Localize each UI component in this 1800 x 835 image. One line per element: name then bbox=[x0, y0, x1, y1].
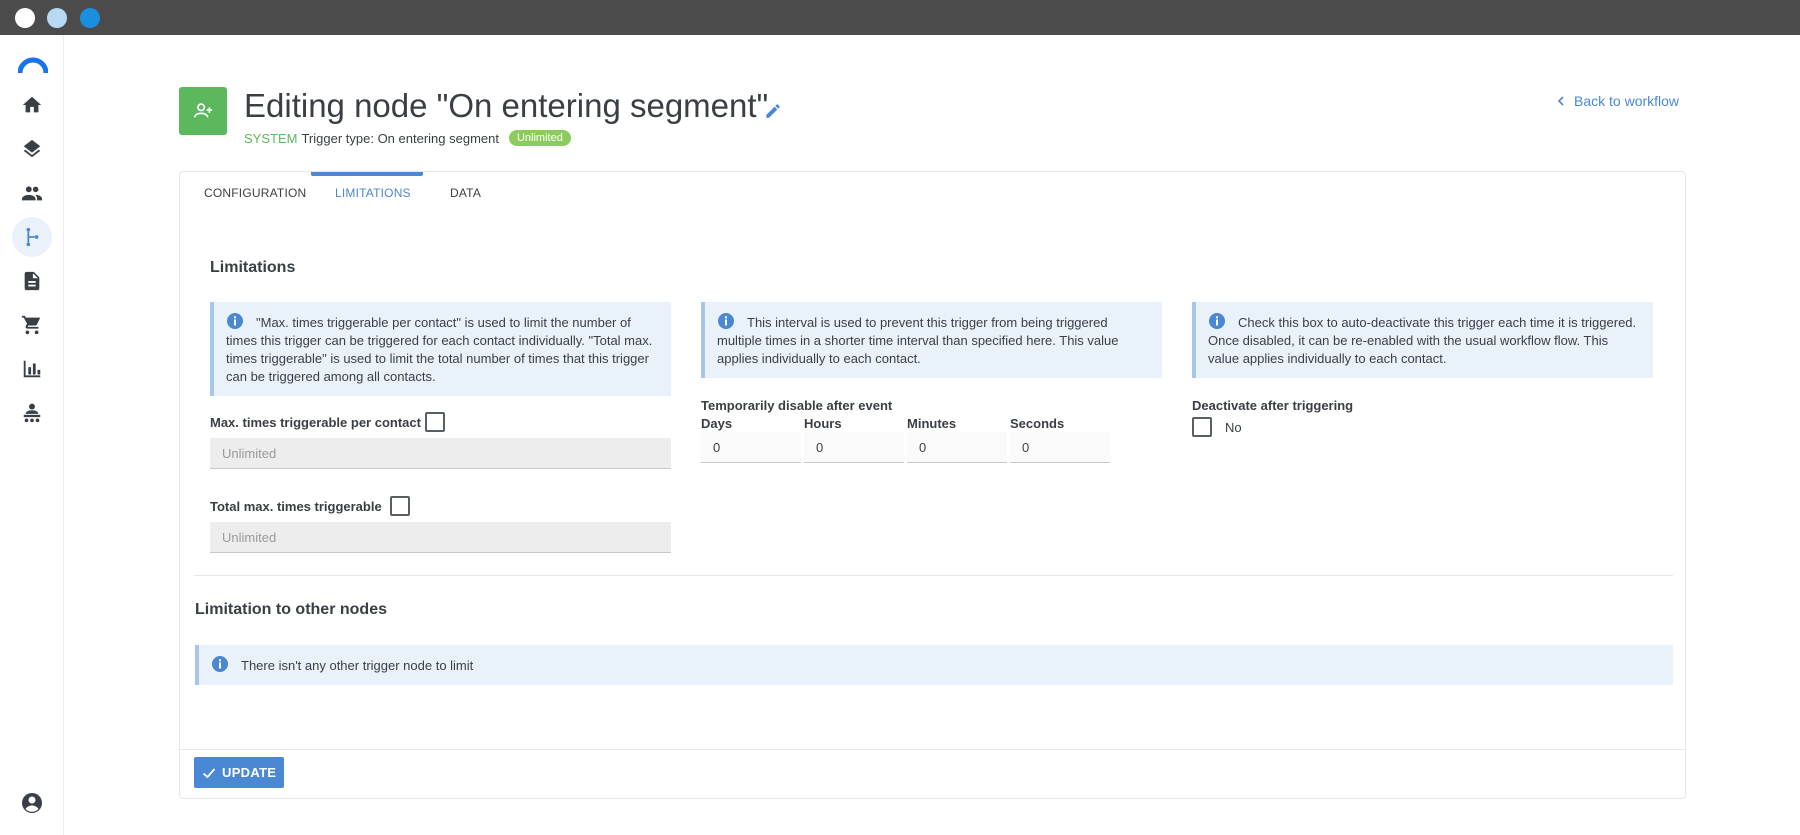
window-close-dot[interactable] bbox=[15, 8, 35, 28]
info-icon bbox=[1209, 313, 1225, 329]
seconds-input[interactable]: 0 bbox=[1010, 432, 1110, 463]
chevron-left-icon bbox=[1557, 96, 1564, 106]
cart-icon bbox=[21, 315, 41, 335]
layers-icon bbox=[23, 139, 41, 158]
max-times-info-text: "Max. times triggerable per contact" is … bbox=[226, 315, 653, 384]
other-nodes-title: Limitation to other nodes bbox=[195, 601, 387, 618]
seconds-label: Seconds bbox=[1010, 416, 1065, 431]
section-divider bbox=[194, 575, 1673, 576]
people-icon bbox=[21, 186, 43, 201]
max-per-contact-input[interactable]: Unlimited bbox=[210, 438, 671, 469]
deactivate-label: Deactivate after triggering bbox=[1192, 398, 1354, 413]
max-per-contact-label: Max. times triggerable per contact bbox=[210, 415, 421, 430]
sidebar-item-contacts[interactable] bbox=[12, 173, 52, 213]
app-logo-icon[interactable] bbox=[18, 53, 48, 75]
info-icon bbox=[718, 313, 734, 329]
hours-input[interactable]: 0 bbox=[804, 432, 904, 463]
days-label: Days bbox=[701, 416, 733, 431]
minutes-input[interactable]: 0 bbox=[907, 432, 1007, 463]
tab-data[interactable]: DATA bbox=[450, 186, 481, 200]
max-times-info: "Max. times triggerable per contact" is … bbox=[210, 302, 671, 396]
tab-configuration[interactable]: CONFIGURATION bbox=[204, 186, 306, 200]
deactivate-info-text: Check this box to auto-deactivate this t… bbox=[1208, 315, 1637, 366]
total-max-input[interactable]: Unlimited bbox=[210, 522, 671, 553]
pencil-icon[interactable] bbox=[764, 102, 782, 120]
interval-info: This interval is used to prevent this tr… bbox=[701, 302, 1162, 378]
sidebar-item-reports[interactable] bbox=[12, 349, 52, 389]
other-nodes-info: There isn't any other trigger node to li… bbox=[195, 645, 1673, 685]
node-editor-card: CONFIGURATION LIMITATIONS DATA Limitatio… bbox=[179, 171, 1686, 799]
sidebar-item-workflows[interactable] bbox=[12, 217, 52, 257]
info-icon bbox=[212, 656, 228, 672]
sidebar-item-cart[interactable] bbox=[12, 305, 52, 345]
days-input[interactable]: 0 bbox=[701, 432, 801, 463]
max-per-contact-checkbox[interactable] bbox=[425, 412, 445, 432]
window-minimize-dot[interactable] bbox=[47, 8, 67, 28]
home-icon bbox=[22, 96, 42, 113]
main-content: Editing node "On entering segment" SYSTE… bbox=[64, 35, 1800, 835]
deactivate-value-label: No bbox=[1225, 420, 1242, 435]
total-max-label: Total max. times triggerable bbox=[210, 499, 382, 514]
hours-label: Hours bbox=[804, 416, 842, 431]
window-titlebar bbox=[0, 0, 1800, 35]
check-icon bbox=[202, 767, 216, 778]
document-icon bbox=[24, 271, 40, 291]
back-link-label: Back to workflow bbox=[1574, 93, 1680, 109]
workflow-icon bbox=[26, 227, 39, 247]
minutes-label: Minutes bbox=[907, 416, 957, 431]
account-icon[interactable] bbox=[20, 791, 44, 815]
status-badge: Unlimited bbox=[508, 130, 571, 146]
active-tab-indicator bbox=[311, 172, 423, 176]
deactivate-checkbox[interactable] bbox=[1192, 417, 1212, 437]
deactivate-info: Check this box to auto-deactivate this t… bbox=[1192, 302, 1653, 378]
tab-limitations[interactable]: LIMITATIONS bbox=[335, 186, 411, 200]
update-button[interactable]: UPDATE bbox=[194, 757, 285, 788]
node-type-badge bbox=[179, 87, 227, 135]
other-nodes-info-text: There isn't any other trigger node to li… bbox=[241, 658, 474, 673]
back-to-workflow-link[interactable]: Back to workflow bbox=[1556, 93, 1679, 109]
person-add-icon bbox=[193, 103, 213, 118]
sidebar-item-admin[interactable] bbox=[12, 393, 52, 433]
sidebar-item-layers[interactable] bbox=[12, 129, 52, 169]
page-title: Editing node "On entering segment" bbox=[244, 87, 769, 124]
total-max-checkbox[interactable] bbox=[390, 496, 410, 516]
info-icon bbox=[227, 313, 243, 329]
update-button-label: UPDATE bbox=[222, 765, 277, 780]
limitations-title: Limitations bbox=[210, 259, 296, 276]
admin-icon bbox=[23, 403, 41, 423]
trigger-type-label: Trigger type: On entering segment bbox=[301, 130, 499, 146]
interval-info-text: This interval is used to prevent this tr… bbox=[717, 315, 1119, 366]
system-label: SYSTEM bbox=[244, 130, 298, 146]
sidebar-item-home[interactable] bbox=[12, 85, 52, 125]
footer-divider bbox=[180, 749, 1685, 750]
temp-disable-label: Temporarily disable after event bbox=[701, 398, 893, 413]
sidebar-item-documents[interactable] bbox=[12, 261, 52, 301]
window-maximize-dot[interactable] bbox=[80, 8, 100, 28]
node-subtitle: SYSTEM Trigger type: On entering segment… bbox=[244, 130, 571, 146]
sidebar bbox=[0, 35, 64, 835]
bar-chart-icon bbox=[23, 360, 41, 378]
